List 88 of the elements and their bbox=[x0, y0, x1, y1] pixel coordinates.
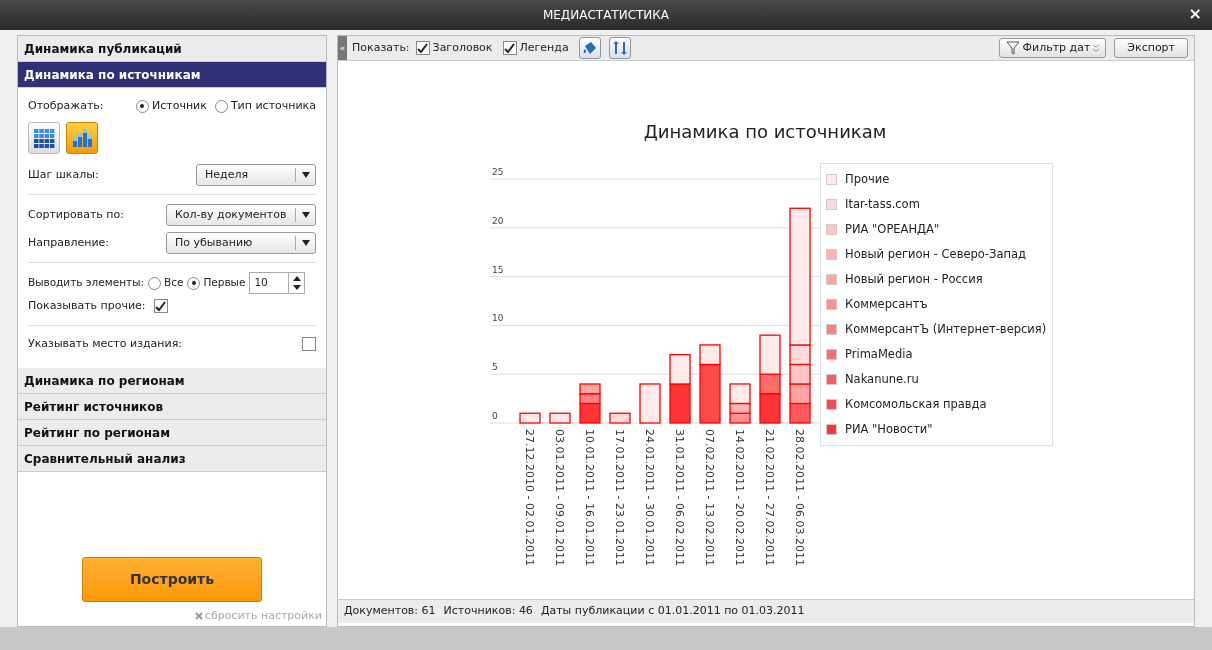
swap-button[interactable] bbox=[608, 37, 631, 59]
checkbox-label: Заголовок bbox=[432, 39, 493, 56]
checkbox-label: Легенда bbox=[519, 39, 569, 56]
checkbox[interactable] bbox=[302, 336, 316, 351]
legend-label: РИА "ОРЕАНДА" bbox=[845, 220, 940, 238]
close-icon bbox=[194, 611, 203, 620]
accordion-header[interactable]: Динамика публикаций bbox=[18, 36, 326, 62]
category-label: 14.02.2011 - 20.02.2011 bbox=[733, 429, 746, 566]
field-label: Шаг шкалы: bbox=[28, 166, 99, 183]
category-label: 10.01.2011 - 16.01.2011 bbox=[583, 429, 596, 566]
bar-segment bbox=[669, 383, 691, 424]
category-label: 03.01.2011 - 09.01.2011 bbox=[553, 429, 566, 566]
field-label: Показывать прочие: bbox=[28, 298, 146, 314]
bar-segment bbox=[759, 393, 781, 424]
category-label: 24.01.2011 - 30.01.2011 bbox=[643, 429, 656, 566]
bar-segment bbox=[609, 412, 631, 424]
axis-tick-label: 10 bbox=[492, 313, 504, 324]
legend-label: PrimaMedia bbox=[845, 345, 913, 363]
bar-segment bbox=[729, 412, 751, 424]
field-label: Выводить элементы: bbox=[28, 275, 144, 291]
field-label: Сортировать по: bbox=[28, 206, 124, 223]
legend-label: Комсомольская правда bbox=[845, 395, 987, 413]
bar-segment bbox=[639, 383, 661, 424]
checkbox[interactable] bbox=[502, 41, 517, 55]
axis-tick-label: 0 bbox=[492, 411, 498, 421]
accordion-header[interactable]: Динамика по регионам bbox=[18, 368, 326, 394]
date-filter-button[interactable]: Фильтр дат bbox=[998, 38, 1107, 58]
chart-title: Динамика по источникам bbox=[643, 121, 887, 142]
checkbox[interactable] bbox=[153, 299, 168, 314]
field-label: Отображать: bbox=[28, 97, 105, 114]
color-button[interactable] bbox=[578, 37, 601, 59]
legend-label: КоммерсантЪ (Интернет-версия) bbox=[845, 320, 1047, 338]
bar-segment bbox=[789, 363, 811, 385]
checkbox[interactable] bbox=[415, 41, 430, 55]
legend-label: Nakanune.ru bbox=[845, 370, 919, 388]
radio-option[interactable]: Тип источника bbox=[214, 97, 316, 115]
bar-segment bbox=[789, 383, 811, 405]
swap-arrows-icon bbox=[611, 40, 628, 56]
legend-label: Itar-tass.com bbox=[845, 195, 920, 213]
bar-segment bbox=[579, 383, 601, 395]
chevron-icon bbox=[1093, 44, 1100, 52]
category-label: 28.02.2011 - 06.03.2011 bbox=[793, 429, 806, 566]
collapse-button[interactable]: « bbox=[338, 36, 347, 60]
legend-label: Коммерсантъ bbox=[845, 295, 928, 313]
chart-view-button[interactable] bbox=[66, 122, 98, 154]
category-label: 27.12.2010 - 02.01.2011 bbox=[523, 429, 536, 566]
category-label: 21.02.2011 - 27.02.2011 bbox=[763, 429, 776, 566]
bar-segment bbox=[519, 412, 541, 424]
status-text: Источников: 46 bbox=[443, 603, 533, 620]
legend-label: Новый регион - Северо-Запад bbox=[845, 245, 1026, 263]
legend-label: Новый регион - Россия bbox=[845, 270, 983, 288]
bar-segment bbox=[789, 402, 811, 424]
radio-option[interactable]: Все bbox=[147, 275, 184, 291]
export-button[interactable]: Экспорт bbox=[1114, 38, 1188, 58]
window-title: МЕДИАСТАТИСТИКА bbox=[542, 7, 670, 24]
legend-label: РИА "Новости" bbox=[845, 420, 933, 438]
axis-tick-label: 5 bbox=[492, 362, 498, 373]
bar-chart-icon bbox=[71, 127, 93, 149]
dropdown[interactable]: Неделя bbox=[196, 164, 316, 186]
number-spinner[interactable]: 10 bbox=[249, 272, 306, 294]
status-text: Даты публикации с 01.01.2011 по 01.03.2011 bbox=[540, 603, 805, 620]
axis-tick-label: 25 bbox=[492, 167, 504, 177]
category-label: 17.01.2011 - 23.01.2011 bbox=[613, 429, 626, 566]
accordion-header[interactable]: Сравнительный анализ bbox=[18, 446, 326, 472]
radio-option[interactable]: Источник bbox=[135, 97, 207, 115]
filter-icon bbox=[1005, 41, 1020, 55]
category-label: 31.01.2011 - 06.02.2011 bbox=[673, 429, 686, 566]
paint-bucket-icon bbox=[581, 40, 598, 56]
dropdown[interactable]: По убыванию bbox=[166, 232, 316, 254]
accordion-header[interactable]: Рейтинг по регионам bbox=[18, 420, 326, 446]
status-text: Документов: 61 bbox=[344, 603, 436, 620]
field-label: Направление: bbox=[28, 234, 110, 251]
category-label: 07.02.2011 - 13.02.2011 bbox=[703, 429, 716, 566]
close-button[interactable]: × bbox=[1188, 4, 1202, 24]
bar-segment bbox=[669, 354, 691, 385]
toolbar-label: Показать: bbox=[352, 39, 410, 56]
legend-label: Прочие bbox=[845, 170, 890, 188]
axis-tick-label: 15 bbox=[492, 264, 504, 275]
field-label: Указывать место издания: bbox=[28, 335, 182, 352]
dropdown[interactable]: Кол-ву документов bbox=[166, 204, 316, 226]
grid-view-button[interactable] bbox=[28, 122, 60, 154]
axis-tick-label: 20 bbox=[492, 215, 504, 226]
accordion-header[interactable]: Динамика по источникам bbox=[18, 62, 326, 88]
grid-icon bbox=[33, 127, 55, 149]
accordion-header[interactable]: Рейтинг источников bbox=[18, 394, 326, 420]
build-button[interactable]: Построить bbox=[82, 556, 262, 602]
bar-segment bbox=[549, 412, 571, 424]
radio-option[interactable]: Первые bbox=[187, 275, 246, 291]
